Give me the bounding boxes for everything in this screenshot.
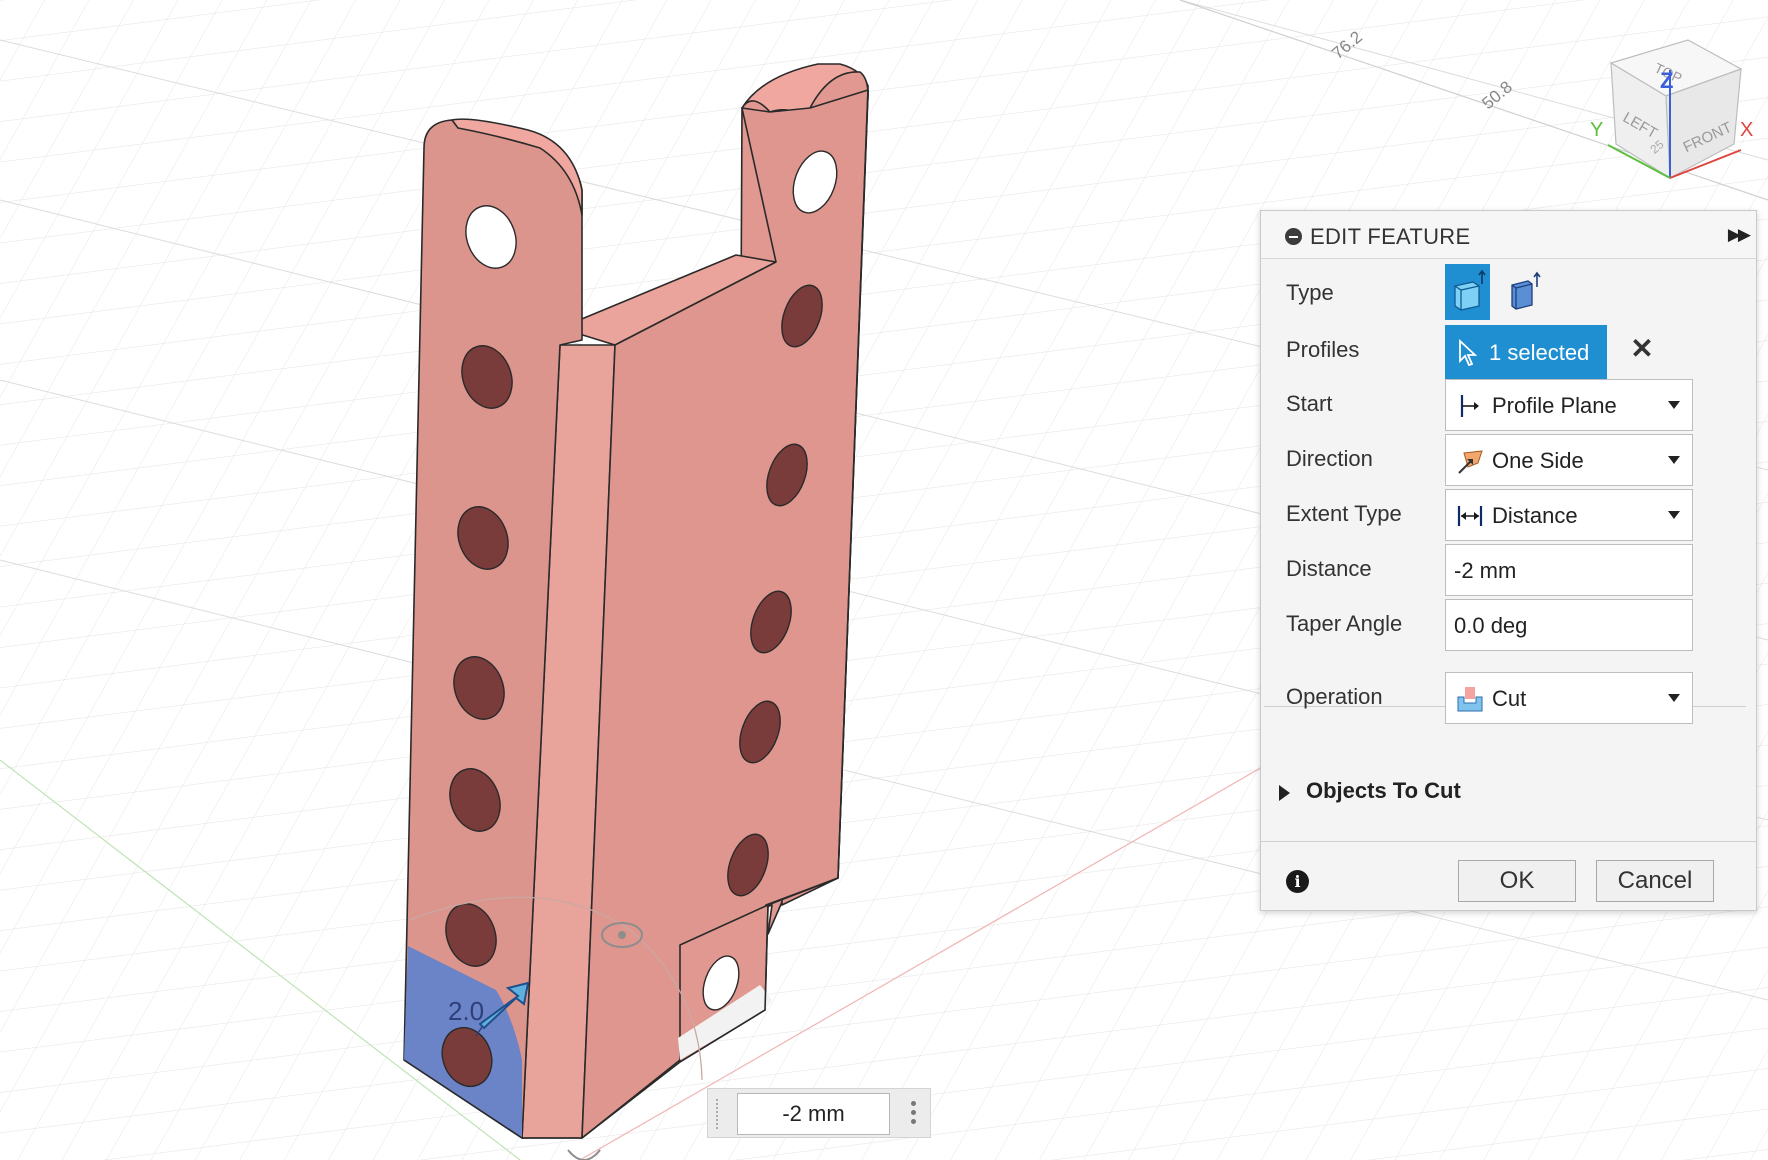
chevron-down-icon (1668, 511, 1680, 519)
taper-angle-field[interactable]: 0.0 deg (1445, 599, 1693, 651)
cancel-button[interactable]: Cancel (1596, 860, 1714, 902)
chevron-down-icon (1668, 401, 1680, 409)
extent-type-value: Distance (1492, 503, 1578, 528)
chevron-down-icon (1668, 694, 1680, 702)
distance-extent-icon (1457, 506, 1483, 526)
cut-icon (1457, 687, 1483, 712)
chevron-down-icon (1668, 456, 1680, 464)
drag-grip[interactable] (716, 1099, 720, 1129)
direction-value: One Side (1492, 448, 1584, 473)
viewcube-y-label: Y (1590, 119, 1603, 141)
surface-extrude-icon (1511, 271, 1541, 310)
operation-value: Cut (1492, 686, 1527, 711)
panel-header[interactable]: EDIT FEATURE ▶▶ (1261, 211, 1756, 259)
start-label: Start (1286, 391, 1333, 416)
info-icon[interactable]: i (1286, 870, 1309, 893)
distance-label: Distance (1286, 556, 1372, 581)
one-side-icon (1458, 450, 1483, 474)
taper-angle-label: Taper Angle (1286, 611, 1403, 636)
type-label: Type (1286, 280, 1334, 305)
expand-triangle-icon (1279, 785, 1290, 801)
panel-title: EDIT FEATURE (1310, 224, 1471, 249)
solid-extrude-icon (1454, 269, 1486, 311)
operation-dropdown[interactable]: Cut (1445, 672, 1693, 724)
expand-panel-icon[interactable]: ▶▶ (1728, 225, 1751, 245)
operation-label: Operation (1286, 684, 1383, 709)
profiles-selected-count: 1 selected (1489, 340, 1590, 365)
collapse-icon[interactable] (1285, 228, 1302, 245)
more-options-icon[interactable] (911, 1101, 916, 1127)
surface-extrude-button[interactable] (1506, 271, 1546, 313)
cursor-arrow-icon (1459, 339, 1478, 367)
extent-type-label: Extent Type (1286, 501, 1402, 526)
direction-label: Direction (1286, 446, 1373, 471)
distance-value: -2 mm (1454, 558, 1517, 583)
profile-plane-icon (1460, 395, 1479, 417)
distance-input[interactable]: -2 mm (737, 1093, 890, 1135)
extent-type-dropdown[interactable]: Distance (1445, 489, 1693, 541)
start-value: Profile Plane (1492, 393, 1617, 418)
viewcube-x-label: X (1740, 119, 1753, 141)
rotation-handle-dot (618, 931, 626, 939)
viewcube-z-label: Z (1660, 68, 1673, 93)
profiles-select-button[interactable]: 1 selected (1445, 325, 1607, 380)
edit-feature-panel: EDIT FEATURE ▶▶ Type Profiles 1 selected… (1260, 210, 1757, 911)
distance-manipulator-input[interactable]: -2 mm (707, 1088, 931, 1138)
solid-extrude-button[interactable] (1445, 264, 1490, 320)
start-dropdown[interactable]: Profile Plane (1445, 379, 1693, 431)
objects-to-cut-label: Objects To Cut (1306, 778, 1461, 803)
profiles-label: Profiles (1286, 337, 1360, 362)
divider (1261, 841, 1756, 842)
distance-field[interactable]: -2 mm (1445, 544, 1693, 596)
ok-button[interactable]: OK (1458, 860, 1576, 902)
taper-angle-value: 0.0 deg (1454, 613, 1528, 638)
dimension-label: 2.0 (448, 996, 484, 1026)
direction-dropdown[interactable]: One Side (1445, 434, 1693, 486)
clear-selection-icon[interactable]: ✕ (1627, 334, 1657, 364)
